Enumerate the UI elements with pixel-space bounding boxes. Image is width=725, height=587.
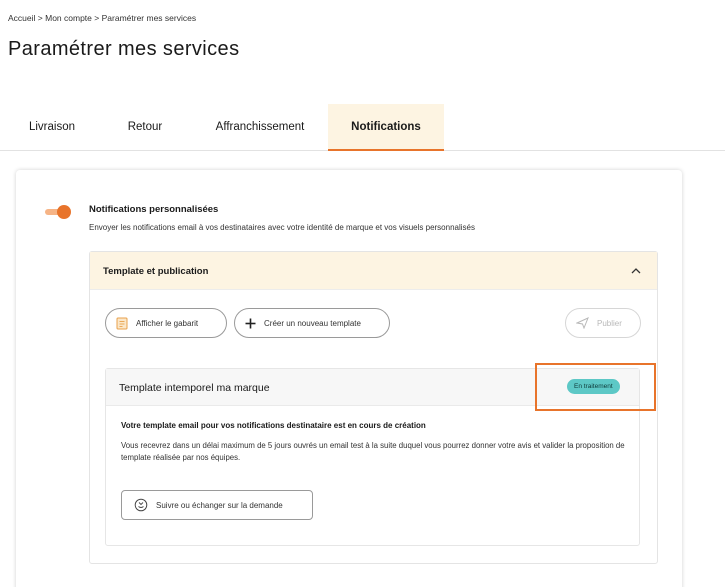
publish-button[interactable]: Publier xyxy=(565,308,641,338)
accordion-header[interactable]: Template et publication xyxy=(90,252,657,290)
follow-request-button[interactable]: Suivre ou échanger sur la demande xyxy=(121,490,313,520)
notifications-toggle[interactable] xyxy=(45,205,71,219)
follow-request-label: Suivre ou échanger sur la demande xyxy=(156,500,283,510)
tab-affranchissement[interactable]: Affranchissement xyxy=(195,104,325,151)
tab-notifications[interactable]: Notifications xyxy=(328,104,444,151)
toggle-knob xyxy=(57,205,71,219)
chat-icon xyxy=(134,498,148,512)
tab-livraison[interactable]: Livraison xyxy=(12,104,92,151)
template-card-title: Template intemporel ma marque xyxy=(119,382,270,394)
send-icon xyxy=(576,317,589,329)
publish-label: Publier xyxy=(597,318,622,328)
breadcrumb: Accueil > Mon compte > Paramétrer mes se… xyxy=(8,13,196,23)
tab-retour[interactable]: Retour xyxy=(110,104,180,151)
page-title: Paramétrer mes services xyxy=(8,38,240,60)
message-body: Vous recevrez dans un délai maximum de 5… xyxy=(121,441,625,462)
view-template-label: Afficher le gabarit xyxy=(136,318,199,328)
breadcrumb-current: Paramétrer mes services xyxy=(101,13,197,23)
plus-icon xyxy=(245,318,256,328)
breadcrumb-separator: > xyxy=(94,13,100,23)
breadcrumb-home[interactable]: Accueil xyxy=(8,13,35,23)
accordion-title: Template et publication xyxy=(103,266,209,277)
create-template-label: Créer un nouveau template xyxy=(264,318,361,328)
breadcrumb-separator: > xyxy=(37,13,43,23)
notifications-description: Envoyer les notifications email à vos de… xyxy=(89,223,475,232)
notifications-title: Notifications personnalisées xyxy=(89,204,219,215)
breadcrumb-account[interactable]: Mon compte xyxy=(45,13,92,23)
view-template-button[interactable]: Afficher le gabarit xyxy=(105,308,227,338)
chevron-up-icon[interactable] xyxy=(629,264,643,278)
create-template-button[interactable]: Créer un nouveau template xyxy=(234,308,390,338)
tab-bar: Livraison Retour Affranchissement Notifi… xyxy=(0,104,725,151)
document-icon xyxy=(116,317,128,329)
highlight-box xyxy=(535,363,656,411)
message-title: Votre template email pour vos notificati… xyxy=(121,421,426,430)
